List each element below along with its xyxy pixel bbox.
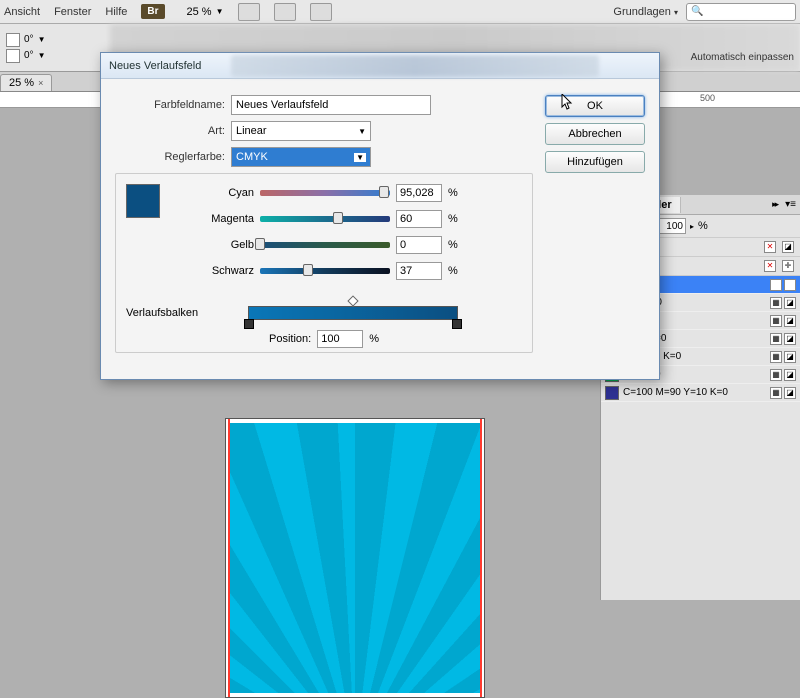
percent-label: % [448,239,458,251]
cmyk-icon: ▦ [770,333,782,345]
tint-stepper-icon[interactable]: ▸ [690,222,694,231]
swatch-name-input[interactable] [231,95,431,115]
zoom-level[interactable]: 25 %▼ [187,6,224,18]
artboard[interactable] [225,418,485,698]
auto-fit-label[interactable]: Automatisch einpassen [691,52,794,63]
swatch-name: C=100 M=90 Y=10 K=0 [623,387,766,398]
percent-label: % [369,333,379,345]
stop-color-label: Reglerfarbe: [115,151,225,163]
shear-x-icon[interactable] [6,33,20,47]
cmyk-icon: ▦ [770,351,782,363]
gradient-midpoint[interactable] [347,295,358,306]
cmyk-icon: ▦ [770,297,782,309]
bleed-edge-left [228,419,230,697]
yellow-input[interactable] [396,236,442,254]
panel-collapse-icon[interactable]: ▸▸ [768,199,781,210]
menu-window[interactable]: Fenster [54,6,91,18]
yellow-label: Gelb [174,239,254,251]
black-input[interactable] [396,262,442,280]
process-icon: ◪ [784,333,796,345]
screen-mode-icon[interactable] [274,3,296,21]
percent-label: % [448,265,458,277]
titlebar-blur [231,55,599,77]
black-slider[interactable] [260,268,390,274]
position-input[interactable] [317,330,363,348]
ok-button[interactable]: OK [545,95,645,117]
tint-percent: % [698,220,708,232]
search-input[interactable] [686,3,796,21]
tab-close-icon[interactable]: × [38,78,43,88]
registration-icon[interactable]: ✛ [782,260,794,272]
cyan-label: Cyan [174,187,254,199]
process-icon: ◪ [784,387,796,399]
dialog-titlebar[interactable]: Neues Verlaufsfeld [101,53,659,79]
percent-label: % [448,213,458,225]
magenta-slider[interactable] [260,216,390,222]
type-select[interactable]: Linear▼ [231,121,371,141]
cmyk-icon: ▦ [770,387,782,399]
gradient-stop-right[interactable] [452,319,462,329]
cyan-slider[interactable] [260,190,390,196]
gradient-ramp[interactable] [248,306,458,320]
none-x-icon[interactable]: ✕ [764,260,776,272]
cyan-input[interactable] [396,184,442,202]
menu-view[interactable]: Ansicht [4,6,40,18]
cmyk-icon: ◪ [784,279,796,291]
process-icon: ◪ [784,315,796,327]
swatch-opts-icon[interactable]: ◪ [782,241,794,253]
stop-color-select[interactable]: CMYK▼ [231,147,371,167]
arrange-icon[interactable] [310,3,332,21]
percent-label: % [448,187,458,199]
position-label: Position: [269,333,311,345]
workspace-switcher[interactable]: Grundlagen ▾ [613,6,678,18]
gradient-stop-left[interactable] [244,319,254,329]
tab-label: 25 % [9,77,34,89]
bridge-badge[interactable]: Br [141,4,164,19]
bleed-edge-right [480,419,482,697]
black-label: Schwarz [174,265,254,277]
document-tab[interactable]: 25 % × [0,74,52,91]
type-label: Art: [115,125,225,137]
cmyk-fieldset: Cyan % Magenta % Gelb [115,173,533,353]
process-icon: ◪ [784,297,796,309]
sunburst-artwork [230,423,480,693]
chevron-down-icon: ▼ [358,127,366,136]
swatch-chip [605,386,619,400]
shear-x-value[interactable]: 0° [24,34,34,45]
cmyk-icon: ▦ [770,315,782,327]
no-color-icon[interactable]: ✕ [764,241,776,253]
magenta-input[interactable] [396,210,442,228]
yellow-slider[interactable] [260,242,390,248]
swatch-name-label: Farbfeldname: [115,99,225,111]
gradient-icon: ▦ [770,279,782,291]
add-button[interactable]: Hinzufügen [545,151,645,173]
process-icon: ◪ [784,369,796,381]
cancel-button[interactable]: Abbrechen [545,123,645,145]
chevron-down-icon: ▼ [354,153,366,162]
cmyk-icon: ▦ [770,369,782,381]
shear-y-value[interactable]: 0° [24,50,34,61]
menu-help[interactable]: Hilfe [105,6,127,18]
ruler-tick: 500 [700,93,715,103]
process-icon: ◪ [784,351,796,363]
panel-menu-icon[interactable]: ▾≡ [781,199,800,210]
dialog-title: Neues Verlaufsfeld [109,60,201,72]
gradient-ramp-label: Verlaufsbalken [126,307,242,319]
swatch-row[interactable]: C=100 M=90 Y=10 K=0 ▦◪ [601,384,800,402]
color-preview[interactable] [126,184,160,218]
new-gradient-swatch-dialog: Neues Verlaufsfeld Farbfeldname: Art: Li… [100,52,660,380]
magenta-label: Magenta [174,213,254,225]
view-options-icon[interactable] [238,3,260,21]
menu-bar: Ansicht Fenster Hilfe Br 25 %▼ Grundlage… [0,0,800,24]
shear-y-icon[interactable] [6,49,20,63]
